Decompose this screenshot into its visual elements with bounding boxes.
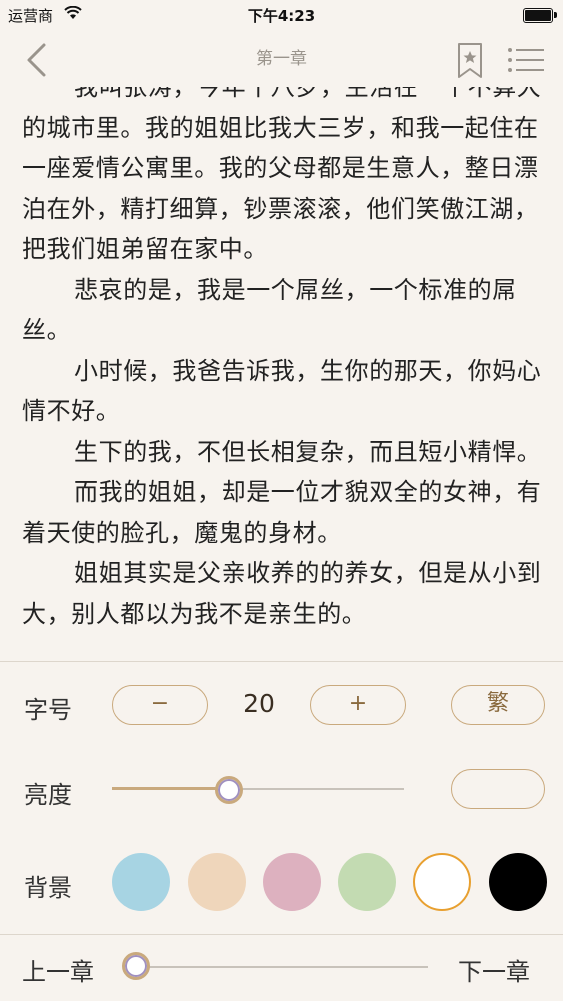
traditional-chinese-button[interactable]: 繁 (451, 685, 545, 725)
background-swatch-pink[interactable] (263, 853, 321, 911)
paragraph: 我叫张涛，今年十八岁，生活在一个不算大的城市里。我的姐姐比我大三岁，和我一起住在… (22, 87, 542, 263)
background-swatch-white[interactable] (413, 853, 471, 911)
brightness-slider-fill (112, 787, 229, 790)
font-size-value: 20 (243, 689, 275, 718)
list-menu-icon[interactable] (506, 46, 546, 74)
nav-bar: 第一章 (0, 30, 563, 87)
moon-icon (487, 781, 509, 806)
battery-icon (523, 8, 557, 23)
clock: 下午4:23 (247, 7, 316, 25)
brightness-label: 亮度 (24, 781, 72, 809)
background-swatch-black[interactable] (489, 853, 547, 911)
prev-chapter-button[interactable]: 上一章 (22, 952, 94, 987)
next-chapter-button[interactable]: 下一章 (458, 952, 530, 987)
background-label: 背景 (24, 874, 72, 902)
chapter-progress-thumb[interactable] (122, 952, 150, 980)
font-decrease-button[interactable]: − (112, 685, 208, 725)
paragraph: 悲哀的是，我是一个屌丝，一个标准的屌丝。 (22, 275, 517, 345)
font-increase-button[interactable]: + (310, 685, 406, 725)
divider (0, 934, 563, 935)
paragraph: 生下的我，不但长相复杂，而且短小精悍。 (74, 437, 542, 466)
reader-settings-panel: 字号 − 20 + 繁 亮度 背景 上一章 下一章 (0, 661, 563, 1001)
font-size-label: 字号 (24, 696, 72, 724)
paragraph: 姐姐其实是父亲收养的的养女，但是从小到大，别人都以为我不是亲生的。 (22, 559, 542, 628)
background-swatch-beige[interactable] (188, 853, 246, 911)
paragraph: 小时候，我爸告诉我，生你的那天，你妈心情不好。 (22, 356, 542, 426)
reading-area[interactable]: 我叫张涛，今年十八岁，生活在一个不算大的城市里。我的姐姐比我大三岁，和我一起住在… (0, 87, 563, 661)
bookmark-star-icon[interactable] (456, 42, 484, 80)
brightness-slider-thumb[interactable] (214, 776, 243, 804)
background-swatch-blue[interactable] (112, 853, 170, 911)
night-mode-button[interactable] (451, 769, 545, 809)
background-swatch-green[interactable] (338, 853, 396, 911)
paragraph: 而我的姐姐，却是一位才貌双全的女神，有着天使的脸孔，魔鬼的身材。 (22, 478, 542, 547)
status-bar: 运营商 下午4:23 (0, 0, 563, 30)
chapter-progress-track[interactable] (136, 966, 428, 968)
